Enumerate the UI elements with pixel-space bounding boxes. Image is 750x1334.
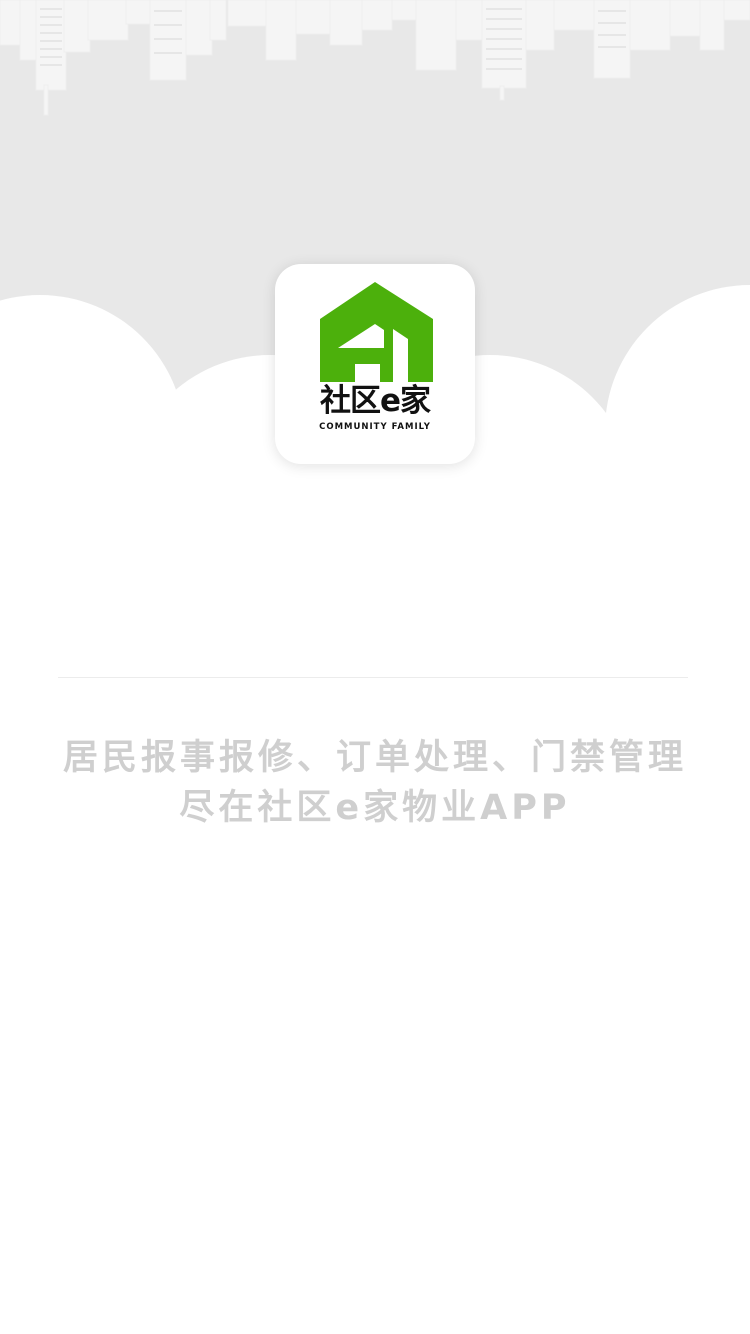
tagline: 居民报事报修、订单处理、门禁管理 尽在社区e家物业APP [0, 733, 750, 833]
app-logo: 社区e家 COMMUNITY FAMILY [275, 264, 475, 464]
logo-subtitle: COMMUNITY FAMILY [319, 422, 431, 432]
logo-title: 社区e家 [319, 383, 431, 419]
divider [58, 677, 688, 678]
tagline-line-2: 尽在社区e家物业APP [179, 788, 571, 828]
tagline-line-1: 居民报事报修、订单处理、门禁管理 [62, 738, 687, 778]
house-logo-icon [320, 282, 433, 382]
